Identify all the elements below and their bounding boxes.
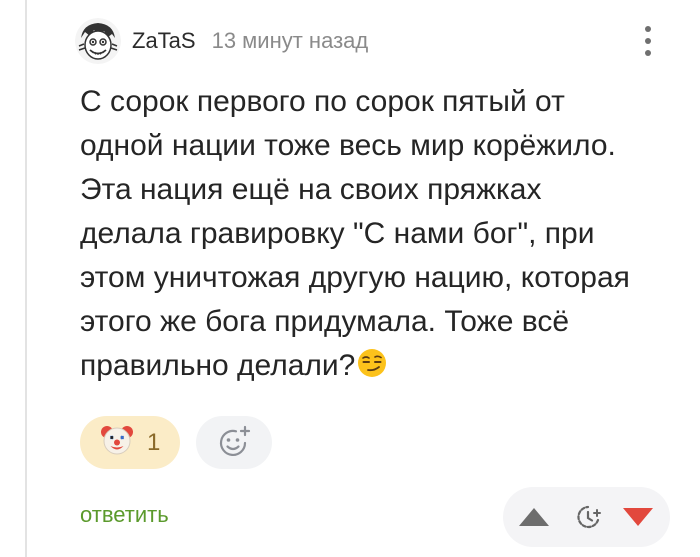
comment-menu-button[interactable] — [640, 24, 656, 58]
comment-line: Эта нация ещё на своих пряжках — [80, 173, 542, 206]
smirking-face-emoji-icon — [357, 347, 387, 391]
comment-header: ZaTaS 13 минут назад — [75, 18, 368, 64]
comment-timestamp: 13 минут назад — [211, 28, 369, 53]
downvote-button[interactable] — [621, 506, 655, 533]
reaction-clown-button[interactable]: 1 — [80, 416, 180, 469]
vertical-dots-icon-dot — [645, 38, 651, 44]
clown-face-emoji-icon — [100, 423, 134, 462]
comment-line: этом уничтожая другую нацию, которая — [80, 261, 630, 294]
reply-link[interactable]: ответить — [80, 502, 169, 528]
save-later-button[interactable] — [573, 501, 605, 538]
vertical-dots-icon — [645, 26, 651, 32]
avatar[interactable] — [75, 18, 121, 64]
comment-body: С сорок первого по сорок пятый от одной … — [80, 80, 680, 391]
comment-last-line: правильно делали? — [80, 344, 680, 391]
avatar-cartoon-face-icon — [75, 18, 121, 64]
comment-line: одной нации тоже весь мир корёжило. — [80, 129, 616, 162]
vertical-dots-icon-dot — [645, 50, 651, 56]
reaction-count: 1 — [147, 428, 161, 456]
comment-author[interactable]: ZaTaS — [132, 28, 196, 54]
comment-line: С сорок первого по сорок пятый от — [80, 85, 565, 118]
triangle-up-icon — [519, 508, 549, 526]
vote-panel — [503, 487, 670, 547]
triangle-down-icon — [623, 508, 653, 526]
add-reaction-button[interactable] — [196, 416, 272, 469]
upvote-button[interactable] — [517, 506, 551, 533]
add-reaction-icon — [219, 425, 251, 456]
comment-line: правильно делали? — [80, 349, 356, 382]
comment-line: этого же бога придумала. Тоже всё — [80, 305, 570, 338]
clock-plus-icon — [577, 505, 601, 529]
comment-line: делала гравировку "С нами бог", при — [80, 217, 595, 250]
thread-line — [25, 0, 27, 557]
